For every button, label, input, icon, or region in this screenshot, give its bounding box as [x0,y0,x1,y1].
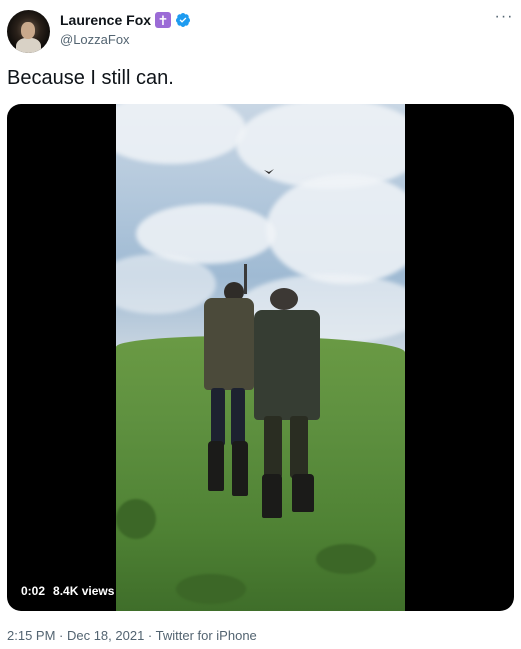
display-name[interactable]: Laurence Fox [60,12,151,28]
video-frame [116,104,405,611]
name-row: Laurence Fox ✝ [60,12,191,28]
cloud [266,174,405,284]
avatar-face [21,22,35,39]
more-options-icon[interactable]: ··· [494,9,514,28]
loader-coat [254,310,320,420]
shooter-leg [231,388,245,446]
loader-boot [292,474,314,512]
cloud [116,104,246,164]
shooter-leg [211,388,225,446]
bird-icon [264,169,274,174]
shotgun-barrel [244,264,247,294]
grass-tuft [176,574,246,604]
loader-leg [264,416,282,478]
loader-boot [262,474,282,518]
cross-badge-icon: ✝ [155,12,172,28]
shooter-coat [204,298,254,390]
shooter-boot [208,441,224,491]
avatar-shirt [16,38,41,53]
avatar[interactable] [7,10,50,53]
shooter-boot [232,441,248,496]
video-views: 8.4K views [53,584,115,598]
tweet-timestamp[interactable]: 2:15 PM · Dec 18, 2021 · Twitter for iPh… [7,628,257,643]
tweet-text: Because I still can. [7,67,174,89]
video-player[interactable]: 0:02 8.4K views [7,104,514,611]
verified-badge-icon [176,13,191,27]
video-stats: 0:02 8.4K views [21,584,114,598]
video-duration: 0:02 [21,584,46,598]
tweet-header: Laurence Fox ✝ @LozzaFox ··· [7,9,514,54]
grass-tuft [316,544,376,574]
loader-figure [248,288,326,528]
loader-leg [290,416,308,478]
grass-tuft [116,499,156,539]
loader-head [270,288,298,310]
user-handle[interactable]: @LozzaFox [60,32,130,47]
